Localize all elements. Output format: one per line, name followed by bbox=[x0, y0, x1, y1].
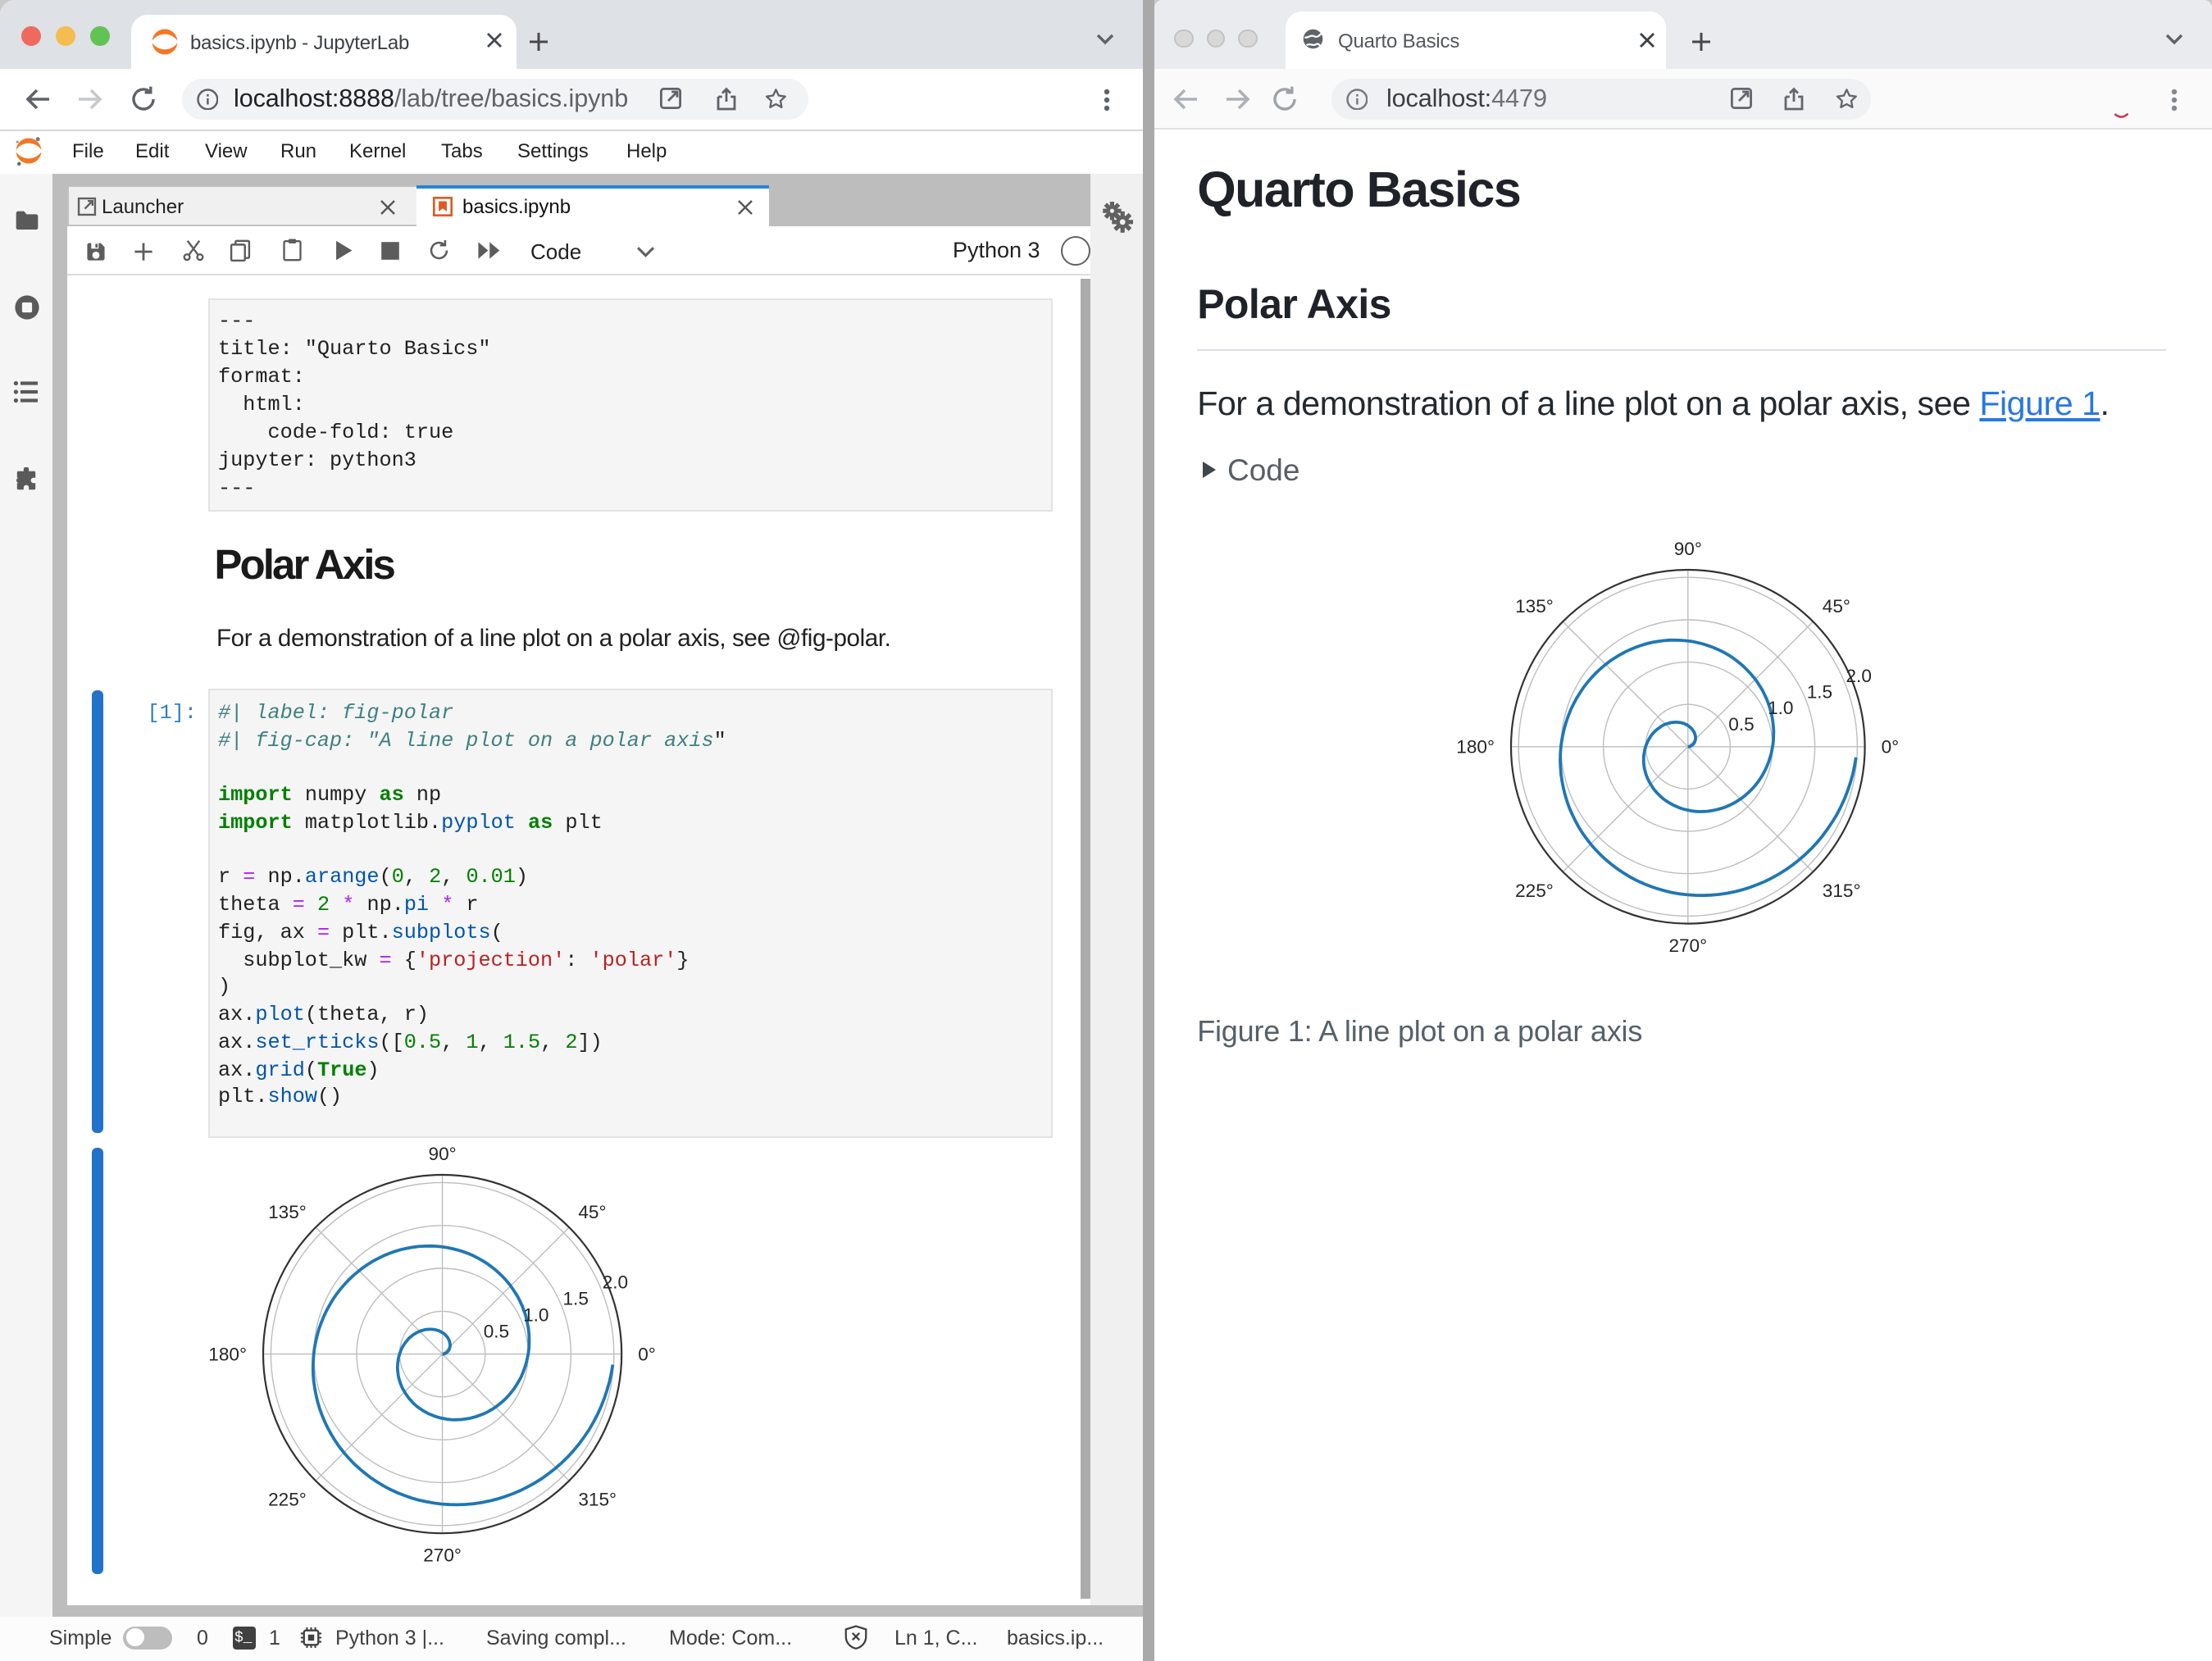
svg-text:1.5: 1.5 bbox=[563, 1289, 589, 1309]
svg-text:225°: 225° bbox=[268, 1490, 307, 1510]
svg-text:225°: 225° bbox=[1515, 881, 1554, 901]
svg-text:0°: 0° bbox=[639, 1345, 657, 1365]
svg-text:180°: 180° bbox=[1456, 736, 1495, 757]
svg-text:45°: 45° bbox=[1823, 596, 1850, 617]
svg-text:1.0: 1.0 bbox=[523, 1305, 548, 1326]
svg-text:315°: 315° bbox=[579, 1490, 617, 1510]
svg-text:45°: 45° bbox=[579, 1203, 607, 1223]
svg-text:1.5: 1.5 bbox=[1807, 681, 1832, 702]
svg-text:270°: 270° bbox=[1669, 935, 1708, 956]
svg-text:270°: 270° bbox=[424, 1545, 462, 1566]
svg-text:90°: 90° bbox=[1674, 539, 1702, 559]
svg-text:90°: 90° bbox=[429, 1144, 457, 1165]
svg-text:0.5: 0.5 bbox=[1728, 714, 1754, 735]
svg-text:135°: 135° bbox=[268, 1203, 307, 1223]
svg-text:0.5: 0.5 bbox=[484, 1322, 509, 1342]
svg-text:135°: 135° bbox=[1515, 596, 1554, 617]
svg-text:180°: 180° bbox=[209, 1345, 248, 1365]
svg-text:2.0: 2.0 bbox=[1846, 666, 1872, 686]
svg-text:2.0: 2.0 bbox=[603, 1272, 628, 1293]
svg-text:315°: 315° bbox=[1823, 881, 1861, 901]
svg-text:1.0: 1.0 bbox=[1768, 698, 1793, 718]
svg-text:0°: 0° bbox=[1882, 736, 1900, 757]
